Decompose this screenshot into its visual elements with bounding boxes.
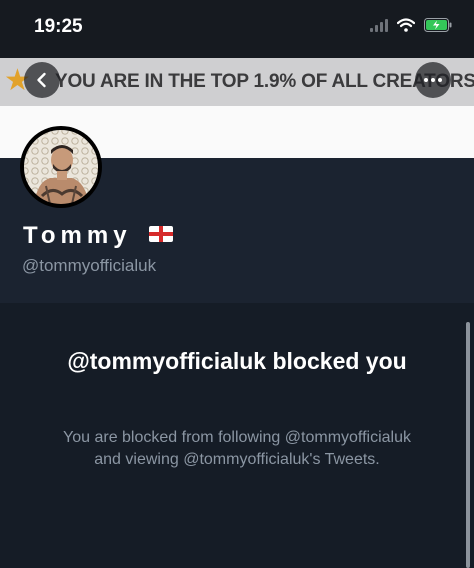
england-flag-icon — [149, 226, 173, 242]
status-icons — [370, 18, 452, 32]
more-button[interactable] — [415, 62, 451, 98]
chevron-left-icon — [37, 72, 46, 88]
avatar[interactable] — [20, 126, 102, 208]
blocked-description: You are blocked from following @tommyoff… — [63, 429, 411, 468]
more-icon — [424, 78, 442, 82]
profile-handle: @tommyofficialuk — [22, 256, 157, 275]
scrollbar[interactable] — [466, 322, 470, 568]
status-bar: 19:25 — [0, 0, 474, 58]
back-button[interactable] — [24, 62, 60, 98]
profile-name: Tommy — [23, 222, 132, 249]
blocked-title: @tommyofficialuk blocked you — [67, 348, 407, 374]
creator-banner: ★ YOU ARE IN THE TOP 1.9% OF ALL CREATOR… — [0, 58, 474, 106]
battery-charging-icon — [424, 18, 452, 32]
cellular-signal-icon — [370, 18, 388, 32]
status-time: 19:25 — [34, 16, 83, 37]
wifi-icon — [397, 18, 415, 32]
banner-text: YOU ARE IN THE TOP 1.9% OF ALL CREATORS! — [55, 71, 474, 92]
